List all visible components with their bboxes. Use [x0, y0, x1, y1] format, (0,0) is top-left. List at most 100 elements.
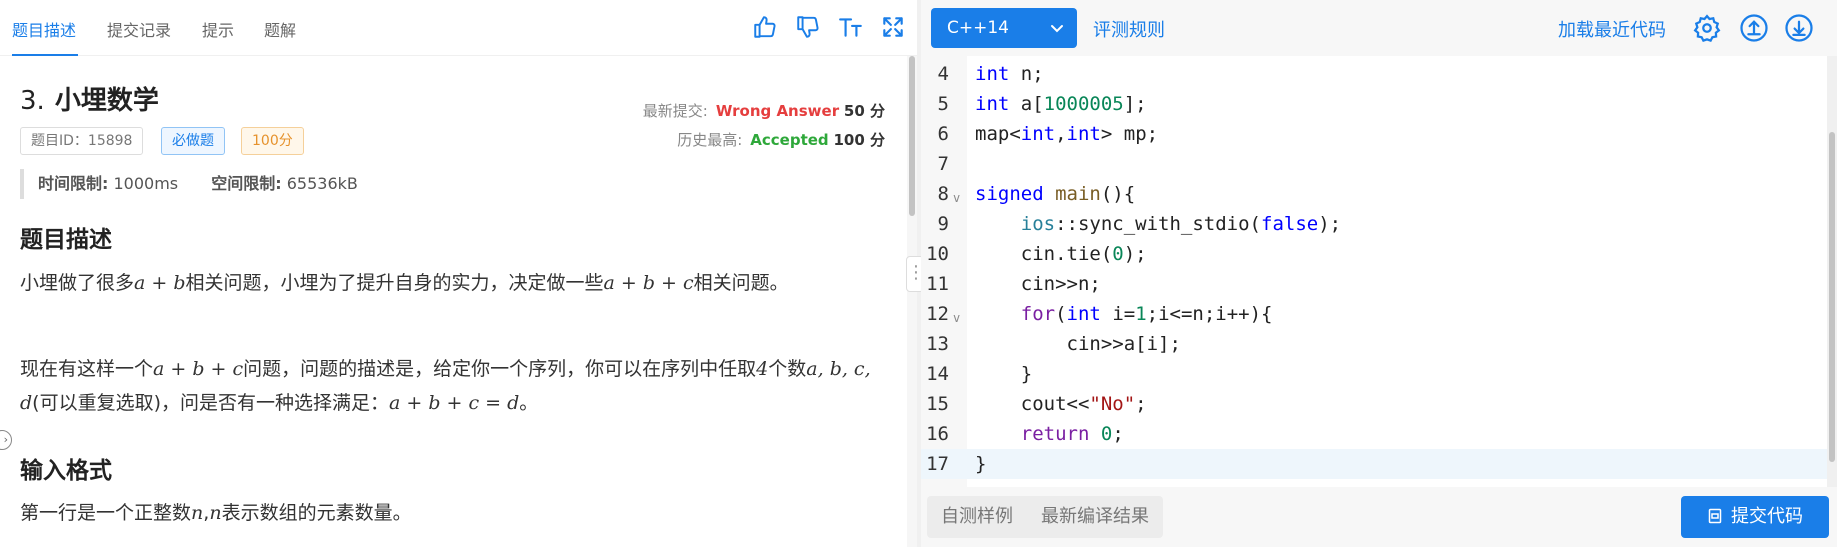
required-tag: 必做题: [161, 127, 225, 155]
math: 4: [756, 358, 769, 380]
judge-rules-link[interactable]: 评测规则: [1093, 16, 1165, 42]
code-text: cin>>n;: [975, 273, 1101, 295]
code-editor[interactable]: 4 int n; 5 int a[1000005]; 6 map<int,int> m…: [921, 56, 1827, 487]
editor-header: C++14 评测规则 加载最近代码: [921, 0, 1837, 56]
download-icon[interactable]: [1784, 13, 1814, 43]
code-line[interactable]: 8 v signed main(){: [921, 179, 1827, 209]
code-line[interactable]: 10 cin.tie(0);: [921, 239, 1827, 269]
editor-scrollbar[interactable]: [1827, 56, 1837, 487]
time-limit-label: 时间限制:: [38, 174, 109, 193]
scrollbar-thumb[interactable]: [1829, 132, 1835, 462]
editor-panel: C++14 评测规则 加载最近代码 4 int n; 5 int a[1000005…: [921, 0, 1837, 547]
tab-description[interactable]: 题目描述: [12, 17, 76, 41]
line-number: 12: [926, 303, 949, 325]
chevron-down-icon: [1051, 25, 1063, 33]
line-number: 9: [937, 213, 949, 235]
problem-title: 小埋数学: [54, 86, 159, 116]
code-line[interactable]: 14 }: [921, 359, 1827, 389]
problem-number: 3.: [20, 86, 45, 116]
tab-compile-result[interactable]: 最新编译结果: [1041, 506, 1149, 527]
code-line[interactable]: 16 return 0;: [921, 419, 1827, 449]
thumbs-up-icon[interactable]: [752, 14, 778, 40]
line-number: 13: [926, 333, 949, 355]
code-text: cout<<"No";: [975, 393, 1147, 415]
submit-code-button[interactable]: 提交代码: [1681, 496, 1829, 538]
submit-label: 提交代码: [1731, 506, 1803, 527]
code-text: }: [975, 363, 1033, 385]
problem-tabs: 题目描述 提交记录 提示 题解: [0, 0, 917, 56]
code-line[interactable]: 6 map<int,int> mp;: [921, 119, 1827, 149]
math: n: [191, 502, 204, 524]
page-title: 3. 小埋数学: [20, 80, 159, 117]
text: 第一行是一个正整数: [20, 502, 192, 524]
language-value: C++14: [947, 18, 1009, 38]
input-format-paragraph: 第一行是一个正整数n,n表示数组的元素数量。: [20, 496, 880, 530]
time-limit-value: 1000ms: [113, 174, 179, 193]
line-number: 10: [926, 243, 949, 265]
code-line[interactable]: 9 ios::sync_with_stdio(false);: [921, 209, 1827, 239]
space-limit-value: 65536kB: [286, 174, 358, 193]
submit-icon: [1708, 508, 1722, 524]
tab-solutions[interactable]: 题解: [264, 17, 296, 41]
line-number: 4: [937, 63, 949, 85]
line-number: 11: [926, 273, 949, 295]
limits-bar: 时间限制: 1000ms 空间限制: 65536kB: [20, 169, 358, 199]
settings-icon[interactable]: [1692, 13, 1722, 43]
code-text: return 0;: [1020, 423, 1124, 445]
code-line[interactable]: 11 cin>>n;: [921, 269, 1827, 299]
problem-panel: 题目描述 提交记录 提示 题解 3. 小埋数学 最新提交: Wrong Answer…: [0, 0, 917, 547]
description-heading: 题目描述: [20, 227, 112, 253]
code-line[interactable]: 13 cin>>a[i];: [921, 329, 1827, 359]
code-text: int a[1000005];: [975, 93, 1147, 115]
font-size-icon[interactable]: [838, 14, 864, 40]
code-text: }: [975, 453, 987, 475]
latest-label: 最新提交:: [642, 102, 708, 120]
input-format-heading: 输入格式: [20, 458, 112, 484]
line-number: 6: [937, 123, 949, 145]
code-line[interactable]: 15 cout<<"No";: [921, 389, 1827, 419]
math: a + b: [134, 272, 186, 294]
math: n: [209, 502, 222, 524]
thumbs-down-icon[interactable]: [795, 14, 821, 40]
line-number: 16: [926, 423, 949, 445]
best-status[interactable]: Accepted: [750, 131, 828, 149]
code-text: cin.tie(0);: [975, 243, 1147, 265]
problem-scrollbar[interactable]: [907, 56, 917, 547]
description-paragraph-2: 现在有这样一个a + b + c问题，问题的描述是，给定你一个序列，你可以在序列…: [20, 352, 880, 420]
best-label: 历史最高:: [677, 131, 743, 149]
code-text: signed main(){: [975, 183, 1136, 205]
collapse-icon[interactable]: ›: [0, 430, 12, 450]
code-text: int n;: [975, 63, 1044, 85]
best-submission: 历史最高: Accepted 100 分: [677, 129, 885, 150]
tab-custom-test[interactable]: 自测样例: [941, 506, 1013, 527]
code-line[interactable]: 4 int n;: [921, 59, 1827, 89]
code-line[interactable]: 7: [921, 149, 1827, 179]
text: 表示数组的元素数量。: [221, 502, 412, 524]
best-score: 100 分: [833, 131, 885, 149]
latest-status[interactable]: Wrong Answer: [716, 102, 839, 120]
tab-hints[interactable]: 提示: [202, 17, 234, 41]
text: 现在有这样一个: [20, 358, 154, 380]
math: a + b + c: [603, 272, 694, 294]
code-text: map<int,int> mp;: [975, 123, 1159, 145]
load-recent-code-link[interactable]: 加载最近代码: [1558, 16, 1666, 42]
code-line-current[interactable]: 17}: [921, 449, 1827, 479]
code-text: for(int i=1;i<=n;i++){: [1020, 303, 1273, 325]
line-number: 7: [937, 153, 949, 175]
text: 小埋做了很多: [20, 272, 135, 294]
tab-submissions[interactable]: 提交记录: [107, 17, 171, 41]
language-select[interactable]: C++14: [931, 8, 1077, 48]
text: 相关问题，小埋为了提升自身的实力，决定做一些: [185, 272, 604, 294]
code-line[interactable]: 12 v for(int i=1;i<=n;i++){: [921, 299, 1827, 329]
code-text: cin>>a[i];: [975, 333, 1181, 355]
text: 个数: [768, 358, 807, 380]
fullscreen-icon[interactable]: [880, 14, 906, 40]
line-number: 17: [926, 453, 949, 475]
code-line[interactable]: 5 int a[1000005];: [921, 89, 1827, 119]
upload-icon[interactable]: [1739, 13, 1769, 43]
math: a + b + c: [153, 358, 244, 380]
scrollbar-thumb[interactable]: [909, 56, 915, 216]
line-number: 15: [926, 393, 949, 415]
text: (可以重复选取)，问是否有一种选择满足：: [32, 392, 389, 414]
space-limit-label: 空间限制:: [211, 174, 282, 193]
